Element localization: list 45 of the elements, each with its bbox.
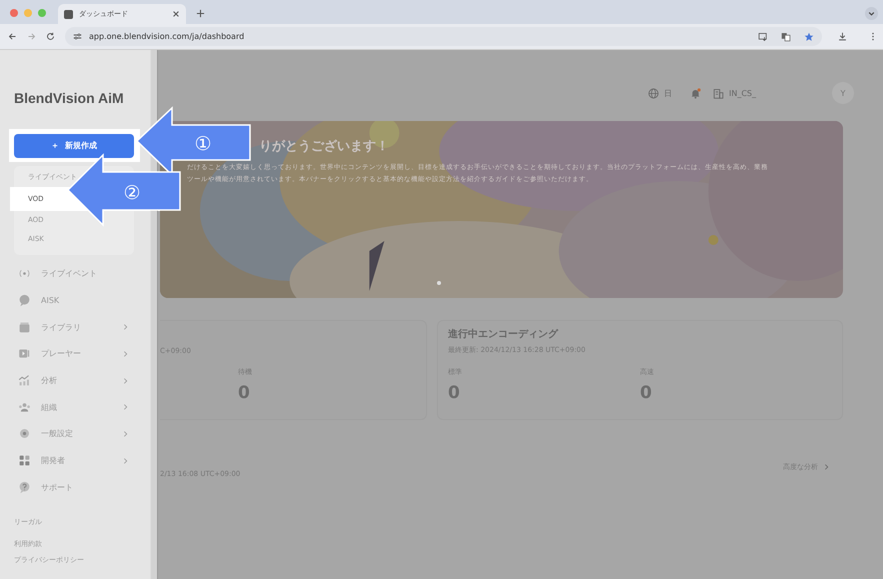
address-bar[interactable]: app.one.blendvision.com/ja/dashboard xyxy=(65,27,822,46)
nav-item[interactable]: 分析 xyxy=(41,375,123,386)
nav-item[interactable]: プレーヤー xyxy=(41,348,123,360)
install-app-icon[interactable] xyxy=(758,32,768,42)
building-icon xyxy=(712,88,724,98)
video-player-icon xyxy=(18,347,31,360)
nav-item[interactable]: ライブラリ xyxy=(41,322,123,333)
back-icon[interactable] xyxy=(8,32,17,41)
nav-item[interactable]: ライブイベント xyxy=(41,268,128,280)
metric-value: 0 xyxy=(640,383,653,403)
create-button[interactable]: ＋ 新規作成 xyxy=(14,134,134,158)
nav-item[interactable]: 開発者 xyxy=(41,455,123,466)
metric-value: 0 xyxy=(238,383,251,403)
organization-name[interactable]: IN_CS_ xyxy=(728,88,756,98)
nav-item[interactable]: サポート xyxy=(41,482,128,493)
language-selector[interactable]: 日 xyxy=(664,88,672,98)
reload-icon[interactable] xyxy=(46,32,55,41)
site-settings-icon xyxy=(73,32,82,41)
logo: BlendVision AiM xyxy=(13,89,125,108)
folder-icon xyxy=(18,320,31,334)
carousel-dot[interactable] xyxy=(437,281,441,285)
nav-item[interactable]: 組織 xyxy=(41,402,123,413)
download-icon[interactable] xyxy=(838,32,847,41)
banner-title: りがとうございます！ xyxy=(259,138,389,156)
chat-bubble-icon xyxy=(18,294,31,308)
tab-menu-icon[interactable] xyxy=(865,7,878,20)
chevron-icon xyxy=(824,463,829,471)
translate-icon[interactable] xyxy=(781,32,791,42)
close-icon[interactable] xyxy=(172,10,180,18)
more-icon[interactable] xyxy=(871,32,875,41)
favicon-icon xyxy=(64,10,73,18)
new-tab-icon[interactable] xyxy=(196,9,205,18)
nav-item[interactable]: 一般設定 xyxy=(41,428,123,440)
chart-icon xyxy=(18,374,31,388)
nav-item[interactable]: AISK xyxy=(41,296,128,306)
step-number: ② xyxy=(123,182,141,204)
card-title: 進行中エンコーディング xyxy=(448,328,560,341)
people-icon xyxy=(18,400,31,414)
help-icon xyxy=(18,480,31,494)
metric-value: 0 xyxy=(448,383,461,403)
step-number: ① xyxy=(194,133,212,155)
gear-icon xyxy=(18,427,31,440)
avatar[interactable]: Y xyxy=(832,82,854,104)
star-icon[interactable] xyxy=(804,32,814,42)
grid-icon xyxy=(18,454,31,468)
